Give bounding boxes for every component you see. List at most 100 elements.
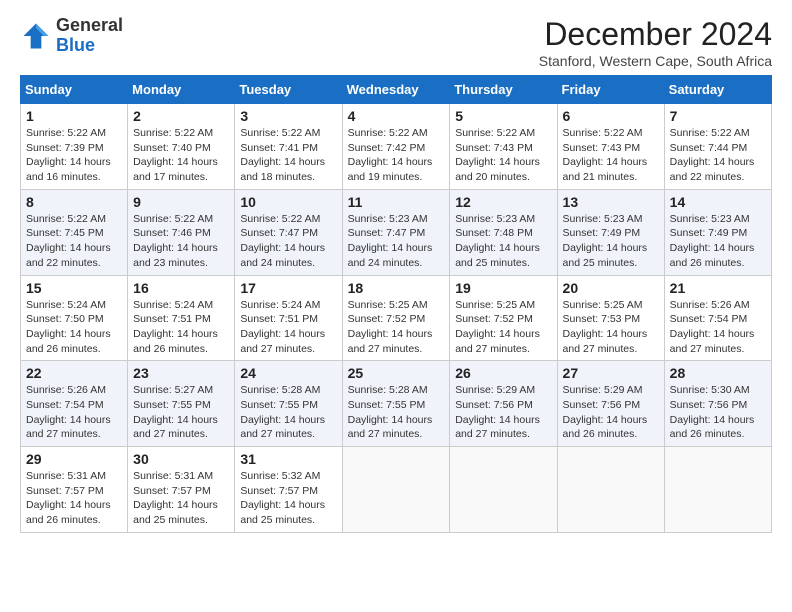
day-number: 8	[26, 194, 122, 210]
day-number: 19	[455, 280, 551, 296]
day-number: 24	[240, 365, 336, 381]
day-cell: 4 Sunrise: 5:22 AM Sunset: 7:42 PM Dayli…	[342, 104, 450, 190]
title-area: December 2024 Stanford, Western Cape, So…	[539, 16, 772, 69]
day-number: 12	[455, 194, 551, 210]
day-number: 27	[563, 365, 659, 381]
logo: General Blue	[20, 16, 123, 56]
day-cell: 2 Sunrise: 5:22 AM Sunset: 7:40 PM Dayli…	[128, 104, 235, 190]
logo-general: General	[56, 15, 123, 35]
day-detail: Sunrise: 5:25 AM Sunset: 7:53 PM Dayligh…	[563, 298, 659, 357]
day-cell	[557, 447, 664, 533]
day-detail: Sunrise: 5:24 AM Sunset: 7:50 PM Dayligh…	[26, 298, 122, 357]
day-cell: 6 Sunrise: 5:22 AM Sunset: 7:43 PM Dayli…	[557, 104, 664, 190]
day-detail: Sunrise: 5:25 AM Sunset: 7:52 PM Dayligh…	[348, 298, 445, 357]
day-number: 1	[26, 108, 122, 124]
day-number: 3	[240, 108, 336, 124]
day-number: 14	[670, 194, 766, 210]
day-cell: 17 Sunrise: 5:24 AM Sunset: 7:51 PM Dayl…	[235, 275, 342, 361]
day-detail: Sunrise: 5:28 AM Sunset: 7:55 PM Dayligh…	[348, 383, 445, 442]
day-detail: Sunrise: 5:23 AM Sunset: 7:49 PM Dayligh…	[563, 212, 659, 271]
day-cell: 3 Sunrise: 5:22 AM Sunset: 7:41 PM Dayli…	[235, 104, 342, 190]
day-detail: Sunrise: 5:22 AM Sunset: 7:40 PM Dayligh…	[133, 126, 229, 185]
day-number: 22	[26, 365, 122, 381]
day-cell: 1 Sunrise: 5:22 AM Sunset: 7:39 PM Dayli…	[21, 104, 128, 190]
day-cell: 22 Sunrise: 5:26 AM Sunset: 7:54 PM Dayl…	[21, 361, 128, 447]
col-header-saturday: Saturday	[664, 76, 771, 104]
day-detail: Sunrise: 5:22 AM Sunset: 7:43 PM Dayligh…	[455, 126, 551, 185]
day-cell: 16 Sunrise: 5:24 AM Sunset: 7:51 PM Dayl…	[128, 275, 235, 361]
day-number: 13	[563, 194, 659, 210]
day-cell: 31 Sunrise: 5:32 AM Sunset: 7:57 PM Dayl…	[235, 447, 342, 533]
day-number: 26	[455, 365, 551, 381]
day-cell: 12 Sunrise: 5:23 AM Sunset: 7:48 PM Dayl…	[450, 189, 557, 275]
col-header-wednesday: Wednesday	[342, 76, 450, 104]
day-cell: 7 Sunrise: 5:22 AM Sunset: 7:44 PM Dayli…	[664, 104, 771, 190]
day-cell: 19 Sunrise: 5:25 AM Sunset: 7:52 PM Dayl…	[450, 275, 557, 361]
day-cell: 14 Sunrise: 5:23 AM Sunset: 7:49 PM Dayl…	[664, 189, 771, 275]
day-number: 5	[455, 108, 551, 124]
day-detail: Sunrise: 5:22 AM Sunset: 7:39 PM Dayligh…	[26, 126, 122, 185]
day-detail: Sunrise: 5:32 AM Sunset: 7:57 PM Dayligh…	[240, 469, 336, 528]
day-detail: Sunrise: 5:24 AM Sunset: 7:51 PM Dayligh…	[240, 298, 336, 357]
day-number: 4	[348, 108, 445, 124]
day-cell	[450, 447, 557, 533]
day-number: 20	[563, 280, 659, 296]
day-detail: Sunrise: 5:30 AM Sunset: 7:56 PM Dayligh…	[670, 383, 766, 442]
day-cell: 26 Sunrise: 5:29 AM Sunset: 7:56 PM Dayl…	[450, 361, 557, 447]
day-cell: 29 Sunrise: 5:31 AM Sunset: 7:57 PM Dayl…	[21, 447, 128, 533]
col-header-tuesday: Tuesday	[235, 76, 342, 104]
day-detail: Sunrise: 5:22 AM Sunset: 7:42 PM Dayligh…	[348, 126, 445, 185]
day-detail: Sunrise: 5:29 AM Sunset: 7:56 PM Dayligh…	[455, 383, 551, 442]
day-cell	[342, 447, 450, 533]
day-cell: 9 Sunrise: 5:22 AM Sunset: 7:46 PM Dayli…	[128, 189, 235, 275]
day-cell: 30 Sunrise: 5:31 AM Sunset: 7:57 PM Dayl…	[128, 447, 235, 533]
day-cell: 10 Sunrise: 5:22 AM Sunset: 7:47 PM Dayl…	[235, 189, 342, 275]
week-row-5: 29 Sunrise: 5:31 AM Sunset: 7:57 PM Dayl…	[21, 447, 772, 533]
logo-blue: Blue	[56, 35, 95, 55]
calendar-table: SundayMondayTuesdayWednesdayThursdayFrid…	[20, 75, 772, 533]
day-cell: 13 Sunrise: 5:23 AM Sunset: 7:49 PM Dayl…	[557, 189, 664, 275]
logo-icon	[20, 20, 52, 52]
day-detail: Sunrise: 5:25 AM Sunset: 7:52 PM Dayligh…	[455, 298, 551, 357]
day-number: 2	[133, 108, 229, 124]
day-detail: Sunrise: 5:22 AM Sunset: 7:45 PM Dayligh…	[26, 212, 122, 271]
day-number: 23	[133, 365, 229, 381]
day-number: 31	[240, 451, 336, 467]
day-cell: 15 Sunrise: 5:24 AM Sunset: 7:50 PM Dayl…	[21, 275, 128, 361]
day-cell: 21 Sunrise: 5:26 AM Sunset: 7:54 PM Dayl…	[664, 275, 771, 361]
day-cell: 18 Sunrise: 5:25 AM Sunset: 7:52 PM Dayl…	[342, 275, 450, 361]
day-detail: Sunrise: 5:22 AM Sunset: 7:44 PM Dayligh…	[670, 126, 766, 185]
day-number: 16	[133, 280, 229, 296]
day-number: 18	[348, 280, 445, 296]
location-subtitle: Stanford, Western Cape, South Africa	[539, 53, 772, 69]
day-number: 29	[26, 451, 122, 467]
week-row-1: 1 Sunrise: 5:22 AM Sunset: 7:39 PM Dayli…	[21, 104, 772, 190]
col-header-thursday: Thursday	[450, 76, 557, 104]
day-cell: 23 Sunrise: 5:27 AM Sunset: 7:55 PM Dayl…	[128, 361, 235, 447]
week-row-3: 15 Sunrise: 5:24 AM Sunset: 7:50 PM Dayl…	[21, 275, 772, 361]
day-detail: Sunrise: 5:24 AM Sunset: 7:51 PM Dayligh…	[133, 298, 229, 357]
day-detail: Sunrise: 5:26 AM Sunset: 7:54 PM Dayligh…	[26, 383, 122, 442]
day-number: 25	[348, 365, 445, 381]
day-number: 17	[240, 280, 336, 296]
day-detail: Sunrise: 5:22 AM Sunset: 7:47 PM Dayligh…	[240, 212, 336, 271]
day-detail: Sunrise: 5:23 AM Sunset: 7:49 PM Dayligh…	[670, 212, 766, 271]
day-cell: 24 Sunrise: 5:28 AM Sunset: 7:55 PM Dayl…	[235, 361, 342, 447]
col-header-monday: Monday	[128, 76, 235, 104]
col-header-friday: Friday	[557, 76, 664, 104]
day-detail: Sunrise: 5:23 AM Sunset: 7:47 PM Dayligh…	[348, 212, 445, 271]
day-detail: Sunrise: 5:23 AM Sunset: 7:48 PM Dayligh…	[455, 212, 551, 271]
day-cell	[664, 447, 771, 533]
day-number: 11	[348, 194, 445, 210]
day-detail: Sunrise: 5:22 AM Sunset: 7:46 PM Dayligh…	[133, 212, 229, 271]
day-number: 30	[133, 451, 229, 467]
day-detail: Sunrise: 5:22 AM Sunset: 7:41 PM Dayligh…	[240, 126, 336, 185]
day-cell: 5 Sunrise: 5:22 AM Sunset: 7:43 PM Dayli…	[450, 104, 557, 190]
day-cell: 28 Sunrise: 5:30 AM Sunset: 7:56 PM Dayl…	[664, 361, 771, 447]
day-number: 15	[26, 280, 122, 296]
day-detail: Sunrise: 5:22 AM Sunset: 7:43 PM Dayligh…	[563, 126, 659, 185]
day-number: 9	[133, 194, 229, 210]
calendar-header-row: SundayMondayTuesdayWednesdayThursdayFrid…	[21, 76, 772, 104]
day-cell: 8 Sunrise: 5:22 AM Sunset: 7:45 PM Dayli…	[21, 189, 128, 275]
day-detail: Sunrise: 5:28 AM Sunset: 7:55 PM Dayligh…	[240, 383, 336, 442]
